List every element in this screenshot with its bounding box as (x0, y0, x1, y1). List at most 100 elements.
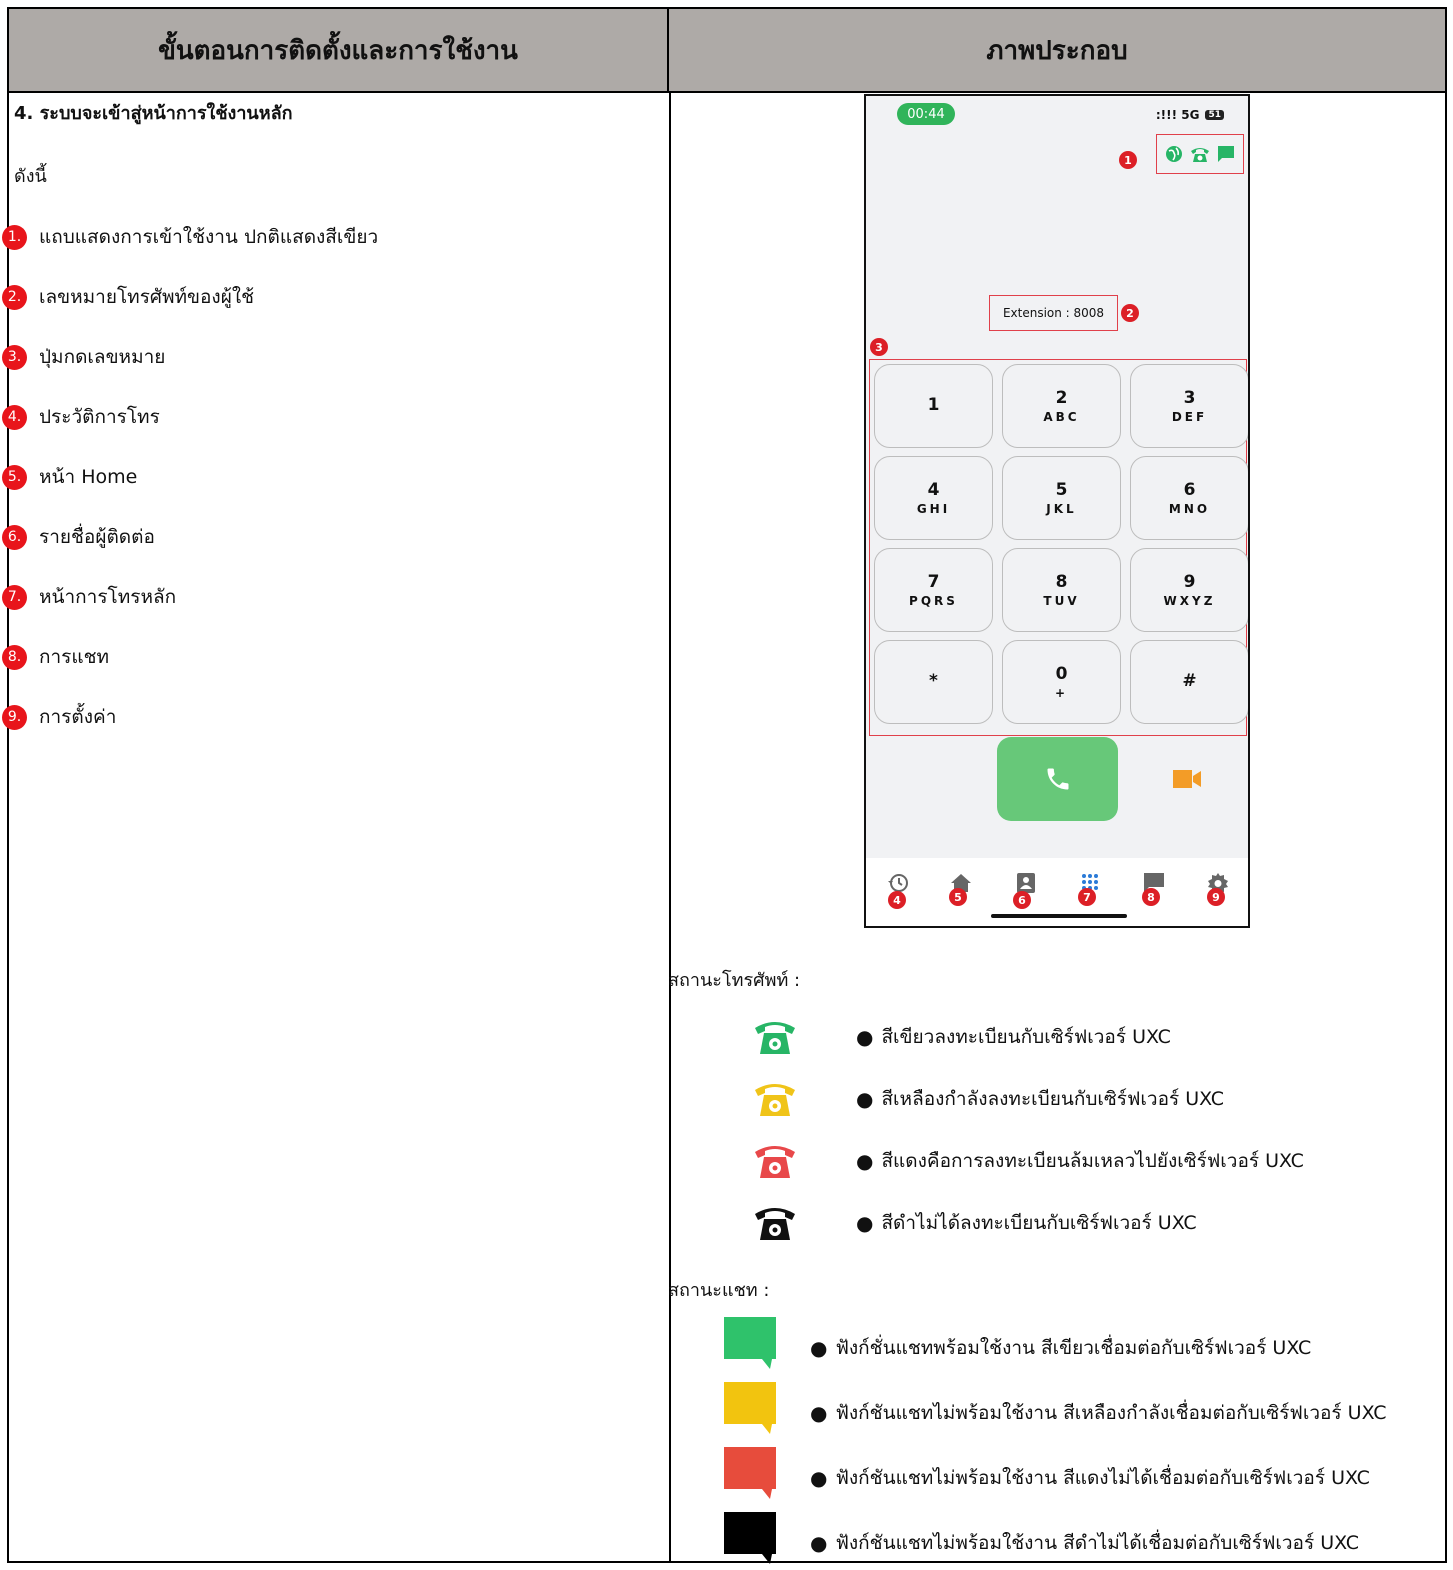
legend-number-badge: 3. (2, 344, 27, 370)
telephone-status-icon (755, 1208, 795, 1240)
key-letters: TUV (1043, 594, 1080, 608)
key-digit: # (1182, 671, 1197, 691)
phone-status-item: ● สีเขียวลงทะเบียนกับเซิร์ฟเวอร์ UXC (856, 1022, 1171, 1052)
dialpad-key[interactable]: 4 GHI (874, 456, 993, 540)
dialpad-key[interactable]: 3 DEF (1130, 364, 1248, 448)
legend-item: 3. ปุ่มกดเลขหมาย (2, 342, 175, 372)
key-digit: 2 (1055, 388, 1068, 408)
callout-badge-8: 8 (1142, 888, 1160, 906)
legend-item: 8. การแชท (2, 642, 119, 672)
legend-number-badge: 4. (2, 404, 27, 430)
column-divider (669, 93, 671, 1561)
battery-indicator: 51 (1205, 110, 1224, 120)
dialpad-key[interactable]: 1 (874, 364, 993, 448)
chat-status-item: ● ฟังก์ชันแชทไม่พร้อมใช้งาน สีเหลืองกำลัง… (810, 1398, 1386, 1428)
key-digit: * (929, 671, 938, 691)
legend-label: แถบแสดงการเข้าใช้งาน ปกติแสดงสีเขียว (39, 226, 379, 248)
home-indicator (991, 914, 1127, 918)
legend-number-badge: 9. (2, 704, 27, 730)
legend-item: 5. หน้า Home (2, 462, 147, 492)
chat-status-text: ฟังก์ชั่นแชทพร้อมใช้งาน สีเขียวเชื่อมต่อ… (835, 1337, 1312, 1359)
status-time: 00:44 (897, 103, 955, 125)
callout-badge-4: 4 (888, 891, 906, 909)
phone-status-item: ● สีแดงคือการลงทะเบียนล้มเหลวไปยังเซิร์ฟเ… (856, 1146, 1304, 1176)
bullet: ● (810, 1531, 828, 1555)
dialpad-key[interactable]: 5 JKL (1002, 456, 1121, 540)
chat-bubble-status-icon (724, 1382, 776, 1434)
key-digit: 8 (1055, 572, 1068, 592)
legend-item: 6. รายชื่อผู้ติดต่อ (2, 522, 165, 552)
legend-label: ประวัติการโทร (39, 406, 160, 428)
dialpad-key[interactable]: 8 TUV (1002, 548, 1121, 632)
callout-badge-6: 6 (1013, 891, 1031, 909)
legend-list: 1. แถบแสดงการเข้าใช้งาน ปกติแสดงสีเขียว 2.… (2, 222, 654, 742)
telephone-status-icon (755, 1084, 795, 1116)
steps-column: 4. ระบบจะเข้าสู่หน้าการใช้งานหลัก ดังนี้ (14, 92, 654, 190)
callout-badge-1: 1 (1119, 151, 1137, 169)
key-letters: DEF (1171, 410, 1208, 424)
extension-label: Extension : 8008 (989, 295, 1118, 331)
key-digit: 4 (927, 480, 940, 500)
call-button[interactable] (997, 737, 1118, 821)
bullet: ● (810, 1401, 828, 1425)
key-digit: 1 (927, 395, 940, 415)
key-letters: GHI (916, 502, 951, 516)
bullet: ● (856, 1149, 874, 1173)
legend-item: 9. การตั้งค่า (2, 702, 126, 732)
legend-label: ปุ่มกดเลขหมาย (39, 346, 166, 368)
network-indicator: :!!! 5G (1155, 108, 1200, 122)
legend-item: 7. หน้าการโทรหลัก (2, 582, 186, 612)
header-steps: ขั้นตอนการติดตั้งและการใช้งาน (9, 9, 669, 93)
chat-status-item: ● ฟังก์ชันแชทไม่พร้อมใช้งาน สีแดงไม่ได้เช… (810, 1463, 1370, 1493)
dialpad-key[interactable]: 7 PQRS (874, 548, 993, 632)
video-camera-icon (1173, 770, 1201, 788)
chat-status-text: ฟังก์ชันแชทไม่พร้อมใช้งาน สีเหลืองกำลังเ… (835, 1402, 1387, 1424)
key-letters: PQRS (909, 594, 958, 608)
video-call-button[interactable] (1172, 768, 1202, 794)
key-letters: ABC (1043, 410, 1080, 424)
legend-number-badge: 1. (2, 224, 27, 250)
legend-item: 1. แถบแสดงการเข้าใช้งาน ปกติแสดงสีเขียว (2, 222, 388, 252)
chat-status-icon (1218, 146, 1235, 162)
phone-status-label: สถานะโทรศัพท์ : (668, 970, 801, 991)
phone-status-text: สีเขียวลงทะเบียนกับเซิร์ฟเวอร์ UXC (881, 1026, 1171, 1048)
bullet: ● (856, 1087, 874, 1111)
phone-screenshot: 00:44 :!!! 5G 51 1 Extension : 8008 2 3 … (864, 94, 1250, 928)
chat-status-item: ● ฟังก์ชันแชทไม่พร้อมใช้งาน สีดำไม่ได้เชื… (810, 1528, 1359, 1558)
telephone-status-icon (755, 1022, 795, 1054)
phone-status-item: ● สีเหลืองกำลังลงทะเบียนกับเซิร์ฟเวอร์ UX… (856, 1084, 1224, 1114)
dialpad-key[interactable]: * (874, 640, 993, 724)
key-letters: + (1054, 686, 1069, 700)
legend-number-badge: 5. (2, 464, 27, 490)
dialpad-key[interactable]: 6 MNO (1130, 456, 1248, 540)
key-digit: 5 (1055, 480, 1068, 500)
bullet: ● (810, 1336, 828, 1360)
chat-status-text: ฟังก์ชันแชทไม่พร้อมใช้งาน สีแดงไม่ได้เชื… (835, 1467, 1370, 1489)
legend-label: รายชื่อผู้ติดต่อ (39, 526, 155, 548)
dialpad-key[interactable]: # (1130, 640, 1248, 724)
key-letters: MNO (1168, 502, 1211, 516)
dialpad: 1 2 ABC 3 DEF 4 GHI 5 JKL 6 MNO 7 PQRS 8 TUV 9 WXYZ * 0 + # (869, 359, 1248, 736)
key-digit: 9 (1183, 572, 1196, 592)
phone-status-icon (1190, 148, 1209, 162)
key-digit: 0 (1055, 664, 1068, 684)
callout-badge-9: 9 (1207, 888, 1225, 906)
legend-label: เลขหมายโทรศัพท์ของผู้ใช้ (39, 286, 255, 308)
key-letters: WXYZ (1163, 594, 1216, 608)
callout-badge-7: 7 (1078, 888, 1096, 906)
connection-status-bar[interactable] (1156, 134, 1244, 174)
dialpad-key[interactable]: 0 + (1002, 640, 1121, 724)
chat-bubble-status-icon (724, 1447, 776, 1499)
phone-status-text: สีดำไม่ได้ลงทะเบียนกับเซิร์ฟเวอร์ UXC (881, 1212, 1197, 1234)
telephone-status-icon (755, 1146, 795, 1178)
legend-label: การแชท (39, 646, 110, 668)
dialpad-key[interactable]: 9 WXYZ (1130, 548, 1248, 632)
chat-bubble-status-icon (724, 1512, 776, 1564)
legend-number-badge: 7. (2, 584, 27, 610)
bottom-tab-bar: 4 5 6 7 8 9 (866, 858, 1248, 926)
dialpad-key[interactable]: 2 ABC (1002, 364, 1121, 448)
bullet: ● (856, 1025, 874, 1049)
key-digit: 7 (927, 572, 940, 592)
status-indicators: :!!! 5G 51 (1156, 108, 1224, 122)
legend-label: การตั้งค่า (39, 706, 117, 728)
